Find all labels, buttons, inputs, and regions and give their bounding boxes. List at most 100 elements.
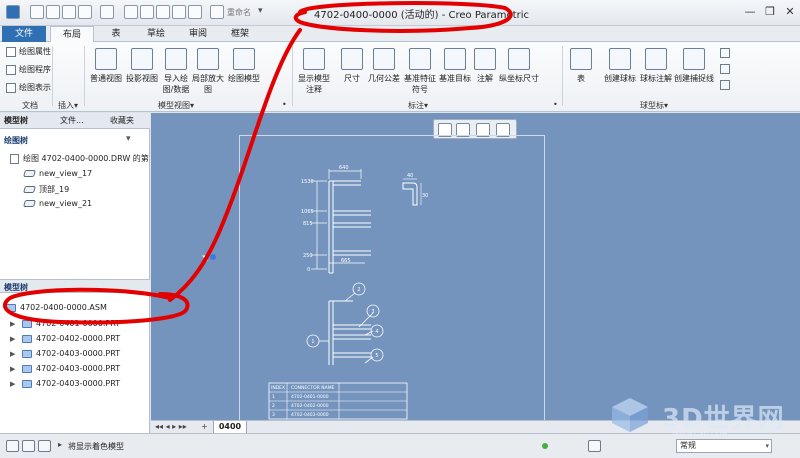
group-separator bbox=[292, 46, 293, 106]
tab-files[interactable]: 文件... bbox=[60, 115, 84, 126]
show-model-annotations-button[interactable]: 显示模型注释 bbox=[296, 48, 332, 95]
table-button[interactable]: 表 bbox=[568, 48, 594, 84]
import-drawing-button[interactable]: 导入绘图/数据 bbox=[160, 48, 192, 95]
part-item[interactable]: ▶ 4702-0403-0000.PRT bbox=[10, 349, 120, 358]
add-sheet-button[interactable]: + bbox=[201, 422, 208, 431]
part-icon bbox=[22, 319, 32, 328]
drawing-view-item[interactable]: 顶部_19 bbox=[23, 184, 70, 195]
close-window-icon[interactable] bbox=[156, 5, 170, 19]
detail-view-button[interactable]: 局部放大图 bbox=[192, 48, 224, 95]
drawing-view-item[interactable]: new_view_21 bbox=[23, 199, 92, 208]
geometric-tolerance-button[interactable]: 几何公差 bbox=[366, 48, 402, 84]
expand-icon[interactable]: ▶ bbox=[10, 365, 18, 373]
group-label-model-views[interactable]: 模型视图▾ bbox=[158, 100, 194, 111]
tab-layout[interactable]: 布局 bbox=[50, 26, 94, 43]
dim-h4: 250 bbox=[303, 253, 313, 259]
sheet-nav-arrows[interactable]: ◂◂ ◂ ▸ ▸▸ bbox=[155, 422, 187, 431]
drawing-model-button[interactable]: 绘图模型 bbox=[226, 48, 262, 84]
ribbon-panel: 绘图属性 绘图程序 绘图表示 文档 插入▾ 普通视图 投影视图 导入绘图/数据 … bbox=[0, 42, 800, 112]
part-item[interactable]: ▶ 4702-0403-0000.PRT bbox=[10, 364, 120, 373]
import-icon bbox=[165, 48, 187, 70]
minimize-button[interactable]: — bbox=[742, 4, 758, 20]
group-label-balloon[interactable]: 球型标▾ bbox=[640, 100, 668, 111]
repaint-icon[interactable] bbox=[172, 5, 186, 19]
group-label-annotate[interactable]: 标注▾ bbox=[408, 100, 428, 111]
expand-icon[interactable]: ▶ bbox=[10, 320, 18, 328]
datum-target-button[interactable]: 基准目标 bbox=[438, 48, 472, 84]
balloon-note-button[interactable]: 球标注解 bbox=[638, 48, 674, 84]
balloon-number: 2 bbox=[357, 287, 360, 293]
expand-icon[interactable]: ▶ bbox=[10, 335, 18, 343]
balloon-note-icon bbox=[645, 48, 667, 70]
balloon-tool-icon[interactable] bbox=[720, 48, 730, 58]
rename-icon[interactable] bbox=[210, 5, 224, 19]
new-file-icon[interactable] bbox=[30, 5, 44, 19]
balloon-tool-icon[interactable] bbox=[720, 80, 730, 90]
filter-select[interactable]: 常规 ▾ bbox=[676, 439, 772, 453]
dim-top-width: 640 bbox=[339, 165, 349, 171]
drawing-tree-settings-icon[interactable]: ▾ bbox=[126, 134, 131, 144]
ordinate-dimension-button[interactable]: 纵坐标尺寸 bbox=[498, 48, 540, 84]
detail-dim-labels: 40 30 bbox=[407, 173, 428, 199]
tab-file[interactable]: 文件 bbox=[2, 26, 46, 42]
undo-icon[interactable] bbox=[78, 5, 92, 19]
quick-access-dropdown-icon[interactable]: ▾ bbox=[258, 6, 263, 16]
dim-h1: 1530 bbox=[301, 179, 314, 185]
create-balloon-button[interactable]: 创建球标 bbox=[602, 48, 638, 84]
part-item[interactable]: ▶ 4702-0402-0000.PRT bbox=[10, 334, 120, 343]
find-icon[interactable] bbox=[588, 440, 601, 452]
save-icon[interactable] bbox=[62, 5, 76, 19]
toggle-navigator-icon[interactable] bbox=[6, 440, 19, 452]
drawing-program-button[interactable]: 绘图程序 bbox=[6, 64, 51, 75]
datum-feature-symbol-label: 基准特征符号 bbox=[404, 74, 436, 94]
tab-sketch[interactable]: 草绘 bbox=[138, 26, 174, 42]
tab-frame[interactable]: 框架 bbox=[222, 26, 258, 42]
group-dot: • bbox=[282, 100, 287, 109]
note-button[interactable]: 注解 bbox=[472, 48, 498, 84]
dimension-button[interactable]: 尺寸 bbox=[338, 48, 366, 84]
app-logo-icon bbox=[6, 5, 20, 19]
redo-icon[interactable] bbox=[100, 5, 114, 19]
restore-button[interactable]: ❐ bbox=[762, 4, 778, 20]
drawing-content: 640 1530 1065 815 250 0 665 40 30 2 3 4 … bbox=[268, 165, 428, 420]
toggle-browser-icon[interactable] bbox=[22, 440, 35, 452]
drawing-root-item[interactable]: 绘图 4702-0400-0000.DRW 的第 1 bbox=[10, 153, 156, 164]
projection-view-button[interactable]: 投影视图 bbox=[124, 48, 160, 84]
datum-feature-symbol-button[interactable]: 基准特征符号 bbox=[402, 48, 438, 95]
regenerate-icon[interactable] bbox=[124, 5, 138, 19]
drawing-view-label: 顶部_19 bbox=[39, 185, 70, 194]
balloon-tool-icon[interactable] bbox=[720, 64, 730, 74]
model-root-item[interactable]: 4702-0400-0000.ASM bbox=[6, 303, 107, 312]
general-view-button[interactable]: 普通视图 bbox=[88, 48, 124, 84]
close-button[interactable]: ✕ bbox=[782, 4, 798, 20]
tab-table[interactable]: 表 bbox=[98, 26, 134, 42]
part-label: 4702-0403-0000.PRT bbox=[36, 379, 121, 388]
tab-favorites[interactable]: 收藏夹 bbox=[110, 115, 134, 126]
zoom-fit-icon[interactable] bbox=[188, 5, 202, 19]
dim-bottom-width: 665 bbox=[341, 258, 351, 264]
expand-icon[interactable]: ▶ bbox=[10, 350, 18, 358]
drawing-tree-header[interactable]: 绘图树 bbox=[4, 135, 28, 146]
model-tree-header[interactable]: 模型树 bbox=[4, 282, 28, 293]
tab-model-tree[interactable]: 模型树 bbox=[4, 115, 28, 126]
graphics-canvas[interactable]: 640 1530 1065 815 250 0 665 40 30 2 3 4 … bbox=[151, 113, 800, 425]
drawing-view-label: new_view_17 bbox=[39, 169, 93, 178]
open-file-icon[interactable] bbox=[46, 5, 60, 19]
balloon-note-label: 球标注解 bbox=[640, 74, 672, 83]
part-item[interactable]: ▶ 4702-0403-0000.PRT bbox=[10, 379, 120, 388]
window-icon[interactable] bbox=[140, 5, 154, 19]
create-snap-line-button[interactable]: 创建捕捉线 bbox=[674, 48, 714, 84]
balloon-number: 4 bbox=[375, 329, 378, 335]
drawing-view-item[interactable]: new_view_17 bbox=[23, 169, 93, 178]
rename-label[interactable]: 重命名 bbox=[227, 7, 251, 18]
group-label-insert[interactable]: 插入▾ bbox=[58, 100, 78, 111]
full-screen-icon[interactable] bbox=[38, 440, 51, 452]
drawing-properties-button[interactable]: 绘图属性 bbox=[6, 46, 51, 57]
tab-review[interactable]: 审阅 bbox=[180, 26, 216, 42]
projection-view-label: 投影视图 bbox=[126, 74, 158, 83]
table-cell: 1 bbox=[272, 394, 275, 400]
part-item[interactable]: ▶ 4702-0401-0000.PRT bbox=[10, 319, 120, 328]
drawing-representation-button[interactable]: 绘图表示 bbox=[6, 82, 51, 93]
expand-icon[interactable]: ▶ bbox=[10, 380, 18, 388]
group-label-document: 文档 bbox=[22, 101, 38, 110]
